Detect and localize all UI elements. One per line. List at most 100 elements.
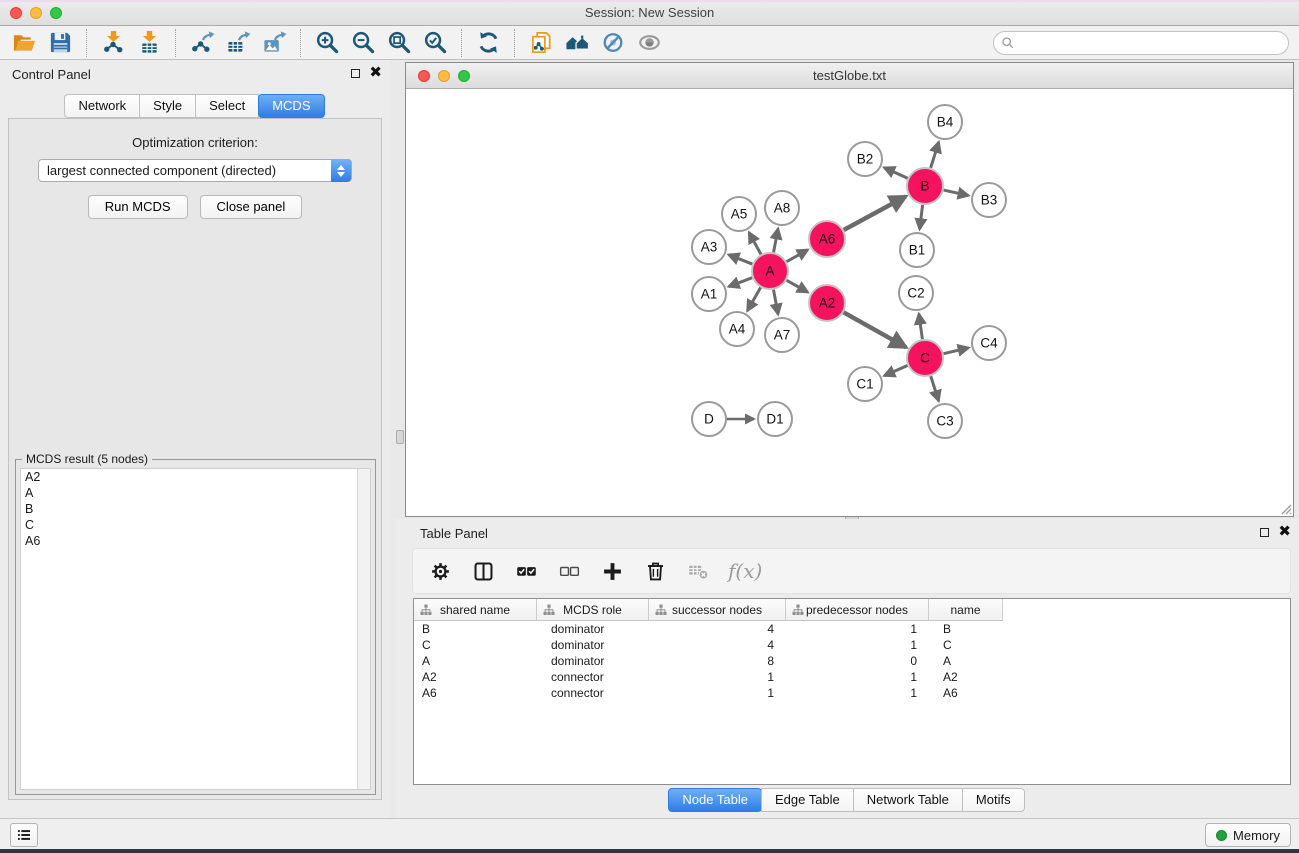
graph-node-C1[interactable]: C1: [848, 367, 882, 401]
table-row[interactable]: Adominator80A: [414, 653, 1290, 669]
graph-node-A6[interactable]: A6: [809, 221, 845, 257]
search-box[interactable]: [993, 31, 1289, 55]
table-cell[interactable]: A: [414, 654, 537, 668]
zoom-fit-button[interactable]: [381, 28, 417, 58]
tab-select[interactable]: Select: [195, 94, 259, 118]
graph-edge-B-B3[interactable]: [944, 190, 969, 195]
tab-style[interactable]: Style: [139, 94, 196, 118]
network-graph[interactable]: B4B2BB3A8A5A6A3B1AC2A1A2A4A7C4CC1DD1C3: [406, 90, 1293, 518]
task-history-button[interactable]: [10, 823, 38, 847]
table-row[interactable]: A2connector11A2: [414, 669, 1290, 685]
columns-button[interactable]: [470, 558, 496, 584]
table-cell[interactable]: 1: [786, 638, 929, 652]
table-row[interactable]: Cdominator41C: [414, 637, 1290, 653]
export-network-button[interactable]: [184, 28, 220, 58]
graph-edge-A-A1[interactable]: [729, 278, 753, 287]
vertical-divider-handle[interactable]: [396, 430, 404, 444]
run-mcds-button[interactable]: Run MCDS: [88, 195, 188, 219]
hide-selected-button[interactable]: [595, 28, 631, 58]
optimization-criterion-dropdown[interactable]: largest connected component (directed): [38, 159, 352, 182]
delete-column-button[interactable]: [642, 558, 668, 584]
open-session-button[interactable]: [6, 28, 42, 58]
tab-network[interactable]: Network: [64, 94, 140, 118]
table-cell[interactable]: 8: [649, 654, 786, 668]
table-cell[interactable]: connector: [537, 686, 649, 700]
column-header-predecessor-nodes[interactable]: predecessor nodes: [786, 599, 929, 621]
export-image-button[interactable]: [256, 28, 292, 58]
graph-node-C2[interactable]: C2: [899, 276, 933, 310]
result-list-item[interactable]: A6: [21, 533, 370, 549]
tab-network-table[interactable]: Network Table: [853, 788, 963, 812]
table-cell[interactable]: A2: [929, 670, 1003, 684]
table-cell[interactable]: 4: [649, 622, 786, 636]
graph-edge-C-C4[interactable]: [943, 348, 968, 354]
table-row[interactable]: Bdominator41B: [414, 621, 1290, 637]
close-panel-icon[interactable]: ✖: [369, 66, 382, 79]
export-table-button[interactable]: [220, 28, 256, 58]
table-cell[interactable]: C: [929, 638, 1003, 652]
tab-mcds[interactable]: MCDS: [258, 94, 324, 118]
save-session-button[interactable]: [42, 28, 78, 58]
table-cell[interactable]: dominator: [537, 638, 649, 652]
graph-edge-A2-C[interactable]: [844, 312, 906, 347]
result-list-scrollbar[interactable]: [357, 469, 370, 789]
add-column-button[interactable]: [599, 558, 625, 584]
tab-edge-table[interactable]: Edge Table: [761, 788, 854, 812]
column-header-name[interactable]: name: [929, 599, 1003, 621]
graph-edge-B-B4[interactable]: [931, 142, 939, 168]
table-cell[interactable]: B: [929, 622, 1003, 636]
graph-edge-C-C1[interactable]: [884, 366, 907, 376]
table-float-icon[interactable]: [1260, 528, 1269, 537]
table-cell[interactable]: 1: [786, 670, 929, 684]
close-panel-button[interactable]: Close panel: [200, 195, 303, 219]
refresh-button[interactable]: [470, 28, 506, 58]
graph-node-A3[interactable]: A3: [692, 230, 726, 264]
result-list-item[interactable]: A2: [21, 469, 370, 485]
graph-edge-C-C2[interactable]: [919, 314, 923, 339]
table-cell[interactable]: B: [414, 622, 537, 636]
tab-node-table[interactable]: Node Table: [668, 788, 762, 812]
zoom-selected-button[interactable]: [417, 28, 453, 58]
table-cell[interactable]: 1: [786, 686, 929, 700]
search-input[interactable]: [1019, 35, 1288, 51]
graph-edge-A-A7[interactable]: [774, 290, 779, 315]
table-cell[interactable]: 1: [649, 686, 786, 700]
first-neighbors-button[interactable]: [559, 28, 595, 58]
column-header-mcds-role[interactable]: MCDS role: [537, 599, 649, 621]
column-header-successor-nodes[interactable]: successor nodes: [649, 599, 786, 621]
import-table-button[interactable]: [131, 28, 167, 58]
column-header-shared-name[interactable]: shared name: [414, 599, 537, 621]
import-network-button[interactable]: [95, 28, 131, 58]
zoom-out-button[interactable]: [345, 28, 381, 58]
graph-edge-C-C3[interactable]: [931, 376, 939, 401]
graph-node-B1[interactable]: B1: [900, 233, 934, 267]
result-list-item[interactable]: A: [21, 485, 370, 501]
zoom-in-button[interactable]: [309, 28, 345, 58]
graph-node-C4[interactable]: C4: [972, 326, 1006, 360]
graph-node-B4[interactable]: B4: [928, 105, 962, 139]
graph-node-A8[interactable]: A8: [765, 191, 799, 225]
window-resize-grip-icon[interactable]: [1278, 501, 1292, 515]
table-cell[interactable]: dominator: [537, 654, 649, 668]
show-all-button[interactable]: [631, 28, 667, 58]
table-cell[interactable]: 0: [786, 654, 929, 668]
graph-node-A1[interactable]: A1: [692, 277, 726, 311]
network-window-titlebar[interactable]: testGlobe.txt: [406, 63, 1293, 89]
graph-node-A4[interactable]: A4: [720, 312, 754, 346]
main-titlebar[interactable]: Session: New Session: [0, 0, 1299, 26]
table-cell[interactable]: connector: [537, 670, 649, 684]
graph-node-A2[interactable]: A2: [809, 285, 845, 321]
table-cell[interactable]: 1: [786, 622, 929, 636]
network-view[interactable]: B4B2BB3A8A5A6A3B1AC2A1A2A4A7C4CC1DD1C3: [406, 90, 1293, 516]
table-row[interactable]: A6connector11A6: [414, 685, 1290, 701]
graph-node-C[interactable]: C: [907, 340, 943, 376]
float-panel-icon[interactable]: [351, 69, 360, 78]
table-close-icon[interactable]: ✖: [1278, 525, 1291, 538]
table-cell[interactable]: A: [929, 654, 1003, 668]
graph-node-B2[interactable]: B2: [848, 142, 882, 176]
graph-node-B3[interactable]: B3: [972, 183, 1006, 217]
graph-node-D[interactable]: D: [692, 402, 726, 436]
result-list-item[interactable]: C: [21, 517, 370, 533]
graph-edge-A-A3[interactable]: [729, 255, 753, 264]
table-cell[interactable]: 1: [649, 670, 786, 684]
